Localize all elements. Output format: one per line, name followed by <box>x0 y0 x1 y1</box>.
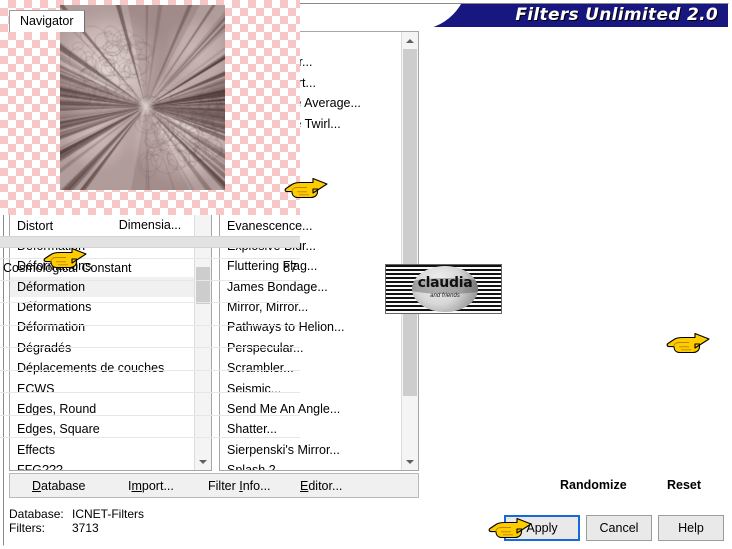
parameter-row[interactable] <box>0 281 300 304</box>
menu-database[interactable]: Database <box>32 479 86 493</box>
parameter-list: Cosmological Constant 87 <box>0 258 300 440</box>
preview-image <box>60 5 225 190</box>
status-area: Database: ICNET-Filters Filters: 3713 <box>5 505 305 541</box>
filter-item[interactable]: Splash 2... <box>220 460 401 470</box>
parameter-row[interactable] <box>0 348 300 371</box>
apply-button[interactable]: Apply <box>504 515 580 541</box>
scroll-down-icon[interactable] <box>402 453 418 470</box>
help-button[interactable]: Help <box>658 515 724 541</box>
scrollbar-thumb[interactable] <box>403 49 417 396</box>
title-banner: Filters Unlimited 2.0 <box>428 4 728 27</box>
filter-item[interactable]: Sierpenski's Mirror... <box>220 440 401 460</box>
scroll-down-icon[interactable] <box>195 453 211 470</box>
status-database-label: Database: <box>9 507 64 521</box>
status-filters-value: 3713 <box>72 521 99 535</box>
param-actions-bar: Randomize Reset <box>424 473 724 498</box>
app-title: Filters Unlimited 2.0 <box>515 5 718 25</box>
menu-editor[interactable]: Editor... <box>300 479 342 493</box>
progress-bar <box>0 236 300 248</box>
menu-import[interactable]: Import... <box>128 479 174 493</box>
randomize-button[interactable]: Randomize <box>560 478 627 492</box>
parameter-row[interactable] <box>0 303 300 326</box>
filters-unlimited-window: Filters Unlimited 2.0 Navigator Presets … <box>0 0 732 549</box>
parameter-row[interactable] <box>0 416 300 439</box>
preview-canvas[interactable] <box>0 0 300 215</box>
title-banner-curve <box>428 4 468 27</box>
filter-title: Dimensia... <box>0 216 300 234</box>
cancel-button[interactable]: Cancel <box>586 515 652 541</box>
parameter-value: 87 <box>283 261 297 275</box>
status-filters-label: Filters: <box>9 521 45 535</box>
filter-scrollbar[interactable] <box>401 32 418 470</box>
parameter-row[interactable] <box>0 371 300 394</box>
watermark-text: claudia <box>413 275 477 291</box>
category-item[interactable]: FFG??? <box>10 460 194 470</box>
tab-navigator[interactable]: Navigator <box>9 10 85 32</box>
parameter-label: Cosmological Constant <box>3 261 132 275</box>
category-item[interactable]: Effects <box>10 440 194 460</box>
reset-button[interactable]: Reset <box>667 478 701 492</box>
parameter-row[interactable] <box>0 393 300 416</box>
watermark-logo: claudia and friends <box>385 264 502 314</box>
preview-image-canvas <box>60 5 225 190</box>
preview-and-params-panel: Dimensia... Cosmological Constant 87 <box>0 0 300 440</box>
menu-filter-info[interactable]: Filter Info... <box>208 479 271 493</box>
scroll-up-icon[interactable] <box>402 32 418 49</box>
bottom-menu-bar: Database Import... Filter Info... Editor… <box>9 473 419 498</box>
status-database-value: ICNET-Filters <box>72 507 144 521</box>
watermark-subtext: and friends <box>413 293 477 299</box>
parameter-row[interactable]: Cosmological Constant 87 <box>0 258 300 281</box>
parameter-row[interactable] <box>0 326 300 349</box>
